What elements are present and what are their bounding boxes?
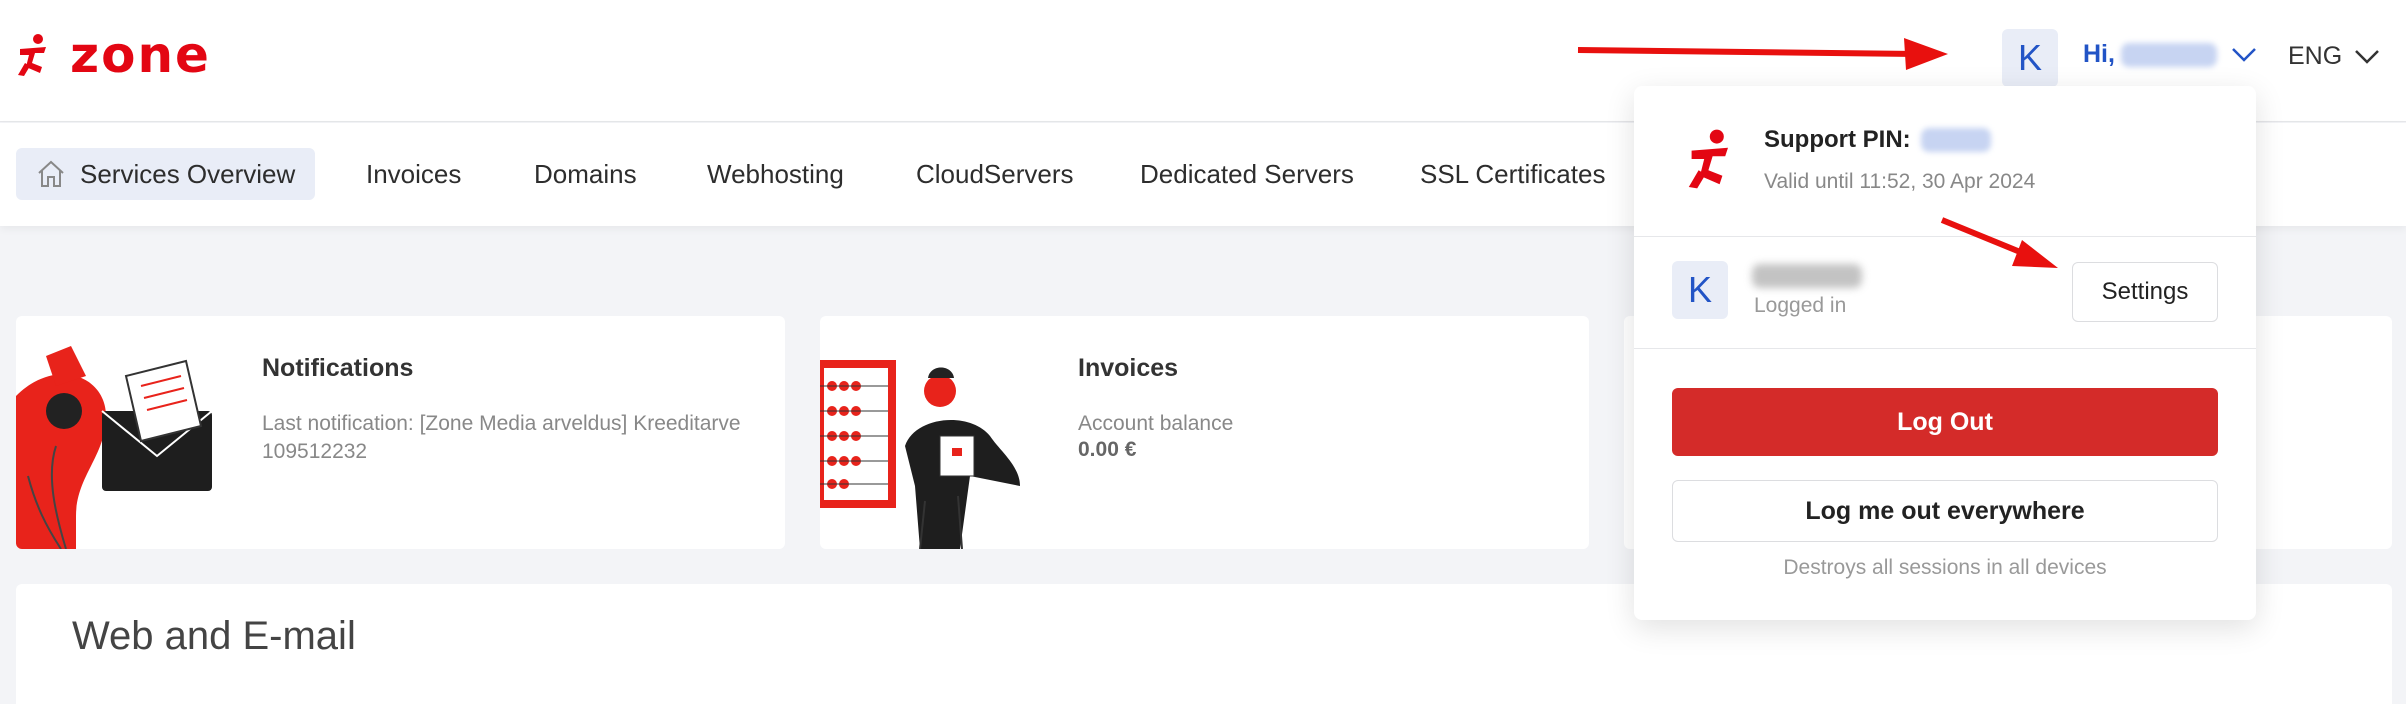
logout-everywhere-button[interactable]: Log me out everywhere (1672, 480, 2218, 542)
nav-dedicated-servers[interactable]: Dedicated Servers (1140, 148, 1354, 200)
nav-cloudservers[interactable]: CloudServers (916, 148, 1074, 200)
zone-runner-icon (18, 34, 46, 76)
nav-domains[interactable]: Domains (534, 148, 637, 200)
greeting-text: Hi, (2083, 40, 2115, 68)
invoices-card[interactable]: Invoices Account balance 0.00 € (820, 316, 1589, 549)
nav-services-overview[interactable]: Services Overview (16, 148, 316, 200)
language-label: ENG (2288, 42, 2343, 70)
user-avatar[interactable]: K (2002, 29, 2058, 87)
card-title: Invoices (1078, 354, 1179, 382)
redacted-pin (1920, 128, 1991, 152)
divider (1634, 348, 2256, 349)
language-selector[interactable]: ENG (2288, 42, 2380, 71)
nav-invoices[interactable]: Invoices (366, 148, 461, 200)
support-pin-label: Support PIN: (1764, 126, 1911, 153)
logout-everywhere-note: Destroys all sessions in all devices (1783, 556, 2107, 579)
nav-label: Services Overview (80, 158, 296, 189)
chevron-down-icon (2355, 49, 2380, 64)
card-title: Notifications (262, 354, 414, 382)
section-title: Web and E-mail (72, 614, 356, 658)
abacus-illustration (820, 360, 1020, 549)
logo-text: zone (70, 26, 211, 84)
user-dropdown-menu: Support PIN: Valid until 11:52, 30 Apr 2… (1634, 86, 2256, 620)
zone-runner-icon (1688, 129, 1728, 189)
zone-logo[interactable]: zone (16, 30, 211, 80)
pin-valid-until: Valid until 11:52, 30 Apr 2024 (1764, 170, 2036, 193)
account-balance-value: 0.00 € (1078, 438, 1137, 461)
user-avatar: K (1672, 261, 1728, 319)
settings-button[interactable]: Settings (2072, 262, 2218, 322)
logout-button[interactable]: Log Out (1672, 388, 2218, 456)
home-icon (38, 160, 64, 187)
divider (1634, 236, 2256, 237)
notifications-card[interactable]: Notifications Last notification: [Zone M… (16, 316, 785, 549)
redacted-username (2120, 42, 2217, 67)
redacted-username (1752, 264, 1862, 288)
user-menu-toggle[interactable]: Hi, (2083, 40, 2257, 69)
account-balance-label: Account balance (1078, 412, 1234, 435)
nav-ssl-certificates[interactable]: SSL Certificates (1420, 148, 1605, 200)
logged-in-status: Logged in (1754, 294, 1847, 317)
support-pin: Support PIN: (1764, 126, 1991, 154)
notification-illustration (16, 346, 213, 549)
nav-webhosting[interactable]: Webhosting (707, 148, 844, 200)
chevron-down-icon (2232, 47, 2256, 62)
last-notification-text: Last notification: [Zone Media arveldus]… (262, 412, 741, 463)
